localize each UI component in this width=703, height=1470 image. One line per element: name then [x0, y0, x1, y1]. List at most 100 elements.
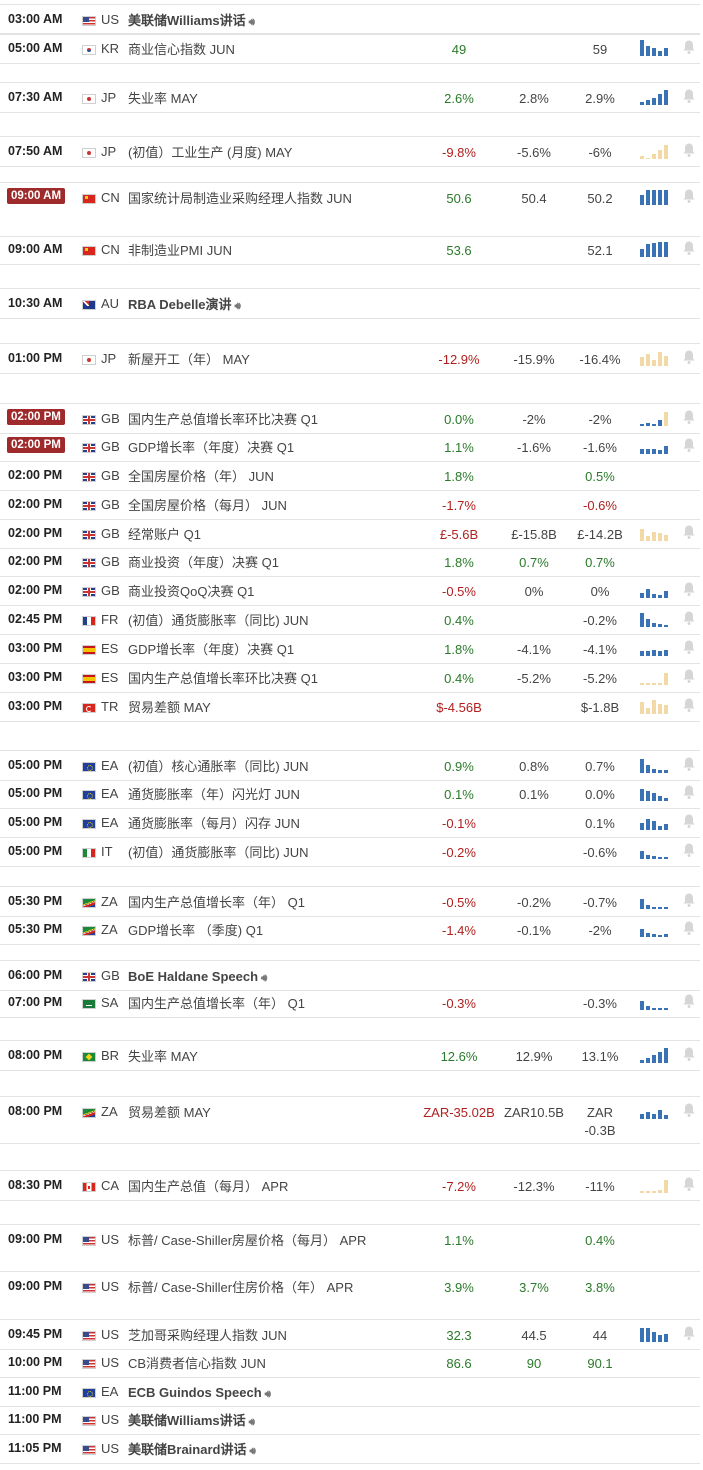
event-row[interactable]: 02:00 PM GB 商业投资（年度）决赛 Q1 1.8% 0.7% 0.7%	[0, 547, 700, 577]
bell-icon[interactable]	[682, 349, 696, 365]
sparkline-chart[interactable]	[640, 843, 670, 859]
sparkline-chart[interactable]	[640, 893, 670, 909]
sparkline-chart[interactable]	[640, 241, 670, 257]
sparkline-chart[interactable]	[640, 921, 670, 937]
event-row[interactable]: 02:00 PM GB 经常账户 Q1 £-5.6B £-15.8B £-14.2B	[0, 519, 700, 549]
bell-icon[interactable]	[682, 668, 696, 684]
event-row[interactable]: 09:00 PM US 标普/ Case-Shiller住房价格（年） APR 3.9…	[0, 1272, 700, 1320]
event-row[interactable]: 09:45 PM US 芝加哥采购经理人指数 JUN 32.3 44.5 44	[0, 1320, 700, 1350]
sparkline-chart[interactable]	[640, 525, 670, 541]
event-name[interactable]: CB消费者信心指数 JUN	[128, 1355, 418, 1373]
bell-icon[interactable]	[682, 142, 696, 158]
event-row[interactable]: 11:00 PM EA ECB Guindos Speech 🔊︎	[0, 1377, 700, 1407]
sparkline-chart[interactable]	[640, 189, 670, 205]
event-row[interactable]: 02:00 PM GB 国内生产总值增长率环比决赛 Q1 0.0% -2% -2%	[0, 403, 700, 434]
event-name[interactable]: 通货膨胀率（每月）闪存 JUN	[128, 815, 418, 833]
bell-icon[interactable]	[682, 697, 696, 713]
bell-icon[interactable]	[682, 842, 696, 858]
event-row[interactable]: 02:45 PM FR (初值）通货膨胀率（同比) JUN 0.4% -0.2%	[0, 605, 700, 635]
event-name[interactable]: 标普/ Case-Shiller房屋价格（每月） APR	[128, 1232, 418, 1250]
event-row[interactable]: 02:00 PM GB 商业投资QoQ决赛 Q1 -0.5% 0% 0%	[0, 576, 700, 606]
bell-icon[interactable]	[682, 993, 696, 1009]
event-name[interactable]: 国内生产总值增长率（年） Q1	[128, 894, 418, 912]
event-row[interactable]: 05:00 PM IT (初值）通货膨胀率（同比) JUN -0.2% -0.6%	[0, 837, 700, 867]
bell-icon[interactable]	[682, 920, 696, 936]
sparkline-chart[interactable]	[640, 757, 670, 773]
event-row[interactable]: 03:00 PM ES GDP增长率（年度）决赛 Q1 1.8% -4.1% -4.1%	[0, 634, 700, 664]
bell-icon[interactable]	[682, 639, 696, 655]
event-row[interactable]: 03:00 AM US 美联储Williams讲话 🔊︎	[0, 4, 700, 35]
event-name[interactable]: 国内生产总值增长率环比决赛 Q1	[128, 670, 418, 688]
event-row[interactable]: 09:00 AM CN 国家统计局制造业采购经理人指数 JUN 50.6 50.4 50.…	[0, 182, 700, 237]
event-row[interactable]: 09:00 PM US 标普/ Case-Shiller房屋价格（每月） APR 1.…	[0, 1224, 700, 1272]
event-row[interactable]: 07:50 AM JP (初值）工业生产 (月度) MAY -9.8% -5.6% -6%	[0, 136, 700, 167]
event-name[interactable]: 美联储Williams讲话 🔊︎	[128, 12, 418, 32]
event-name[interactable]: 通货膨胀率（年）闪光灯 JUN	[128, 786, 418, 804]
event-name[interactable]: 美联储Williams讲话 🔊︎	[128, 1412, 418, 1432]
event-name[interactable]: GDP增长率（年度）决赛 Q1	[128, 439, 418, 457]
bell-icon[interactable]	[682, 409, 696, 425]
bell-icon[interactable]	[682, 1046, 696, 1062]
event-row[interactable]: 05:00 PM EA 通货膨胀率（年）闪光灯 JUN 0.1% 0.1% 0.0%	[0, 779, 700, 809]
event-name[interactable]: ECB Guindos Speech 🔊︎	[128, 1384, 418, 1404]
event-row[interactable]: 01:00 PM JP 新屋开工（年） MAY -12.9% -15.9% -16.4%	[0, 343, 700, 374]
event-row[interactable]: 02:00 PM GB 全国房屋价格（年） JUN 1.8% 0.5%	[0, 461, 700, 491]
bell-icon[interactable]	[682, 39, 696, 55]
event-name[interactable]: 国内生产总值增长率环比决赛 Q1	[128, 411, 418, 429]
event-name[interactable]: 失业率 MAY	[128, 1048, 418, 1066]
sparkline-chart[interactable]	[640, 143, 670, 159]
event-name[interactable]: 贸易差额 MAY	[128, 1104, 418, 1122]
bell-icon[interactable]	[682, 437, 696, 453]
sparkline-chart[interactable]	[640, 785, 670, 801]
bell-icon[interactable]	[682, 892, 696, 908]
event-name[interactable]: 芝加哥采购经理人指数 JUN	[128, 1327, 418, 1345]
bell-icon[interactable]	[682, 756, 696, 772]
bell-icon[interactable]	[682, 813, 696, 829]
event-row[interactable]: 09:00 AM CN 非制造业PMI JUN 53.6 52.1	[0, 235, 700, 265]
sparkline-chart[interactable]	[640, 640, 670, 656]
event-name[interactable]: 全国房屋价格（年） JUN	[128, 468, 418, 486]
sparkline-chart[interactable]	[640, 40, 670, 56]
event-row[interactable]: 02:00 PM GB GDP增长率（年度）决赛 Q1 1.1% -1.6% -1.6%	[0, 432, 700, 462]
event-name[interactable]: 贸易差额 MAY	[128, 699, 418, 717]
event-name[interactable]: 经常账户 Q1	[128, 526, 418, 544]
event-name[interactable]: 商业投资（年度）决赛 Q1	[128, 554, 418, 572]
sparkline-chart[interactable]	[640, 698, 670, 714]
sparkline-chart[interactable]	[640, 350, 670, 366]
sparkline-chart[interactable]	[640, 1047, 670, 1063]
event-row[interactable]: 07:30 AM JP 失业率 MAY 2.6% 2.8% 2.9%	[0, 82, 700, 113]
event-row[interactable]: 11:00 PM US 美联储Williams讲话 🔊︎	[0, 1405, 700, 1435]
event-row[interactable]: 05:00 PM EA (初值）核心通胀率（同比) JUN 0.9% 0.8% 0.7%	[0, 750, 700, 781]
bell-icon[interactable]	[682, 581, 696, 597]
event-row[interactable]: 05:30 PM ZA 国内生产总值增长率（年） Q1 -0.5% -0.2% -0.7%	[0, 886, 700, 917]
event-row[interactable]: 05:00 PM EA 通货膨胀率（每月）闪存 JUN -0.1% 0.1%	[0, 808, 700, 838]
bell-icon[interactable]	[682, 1325, 696, 1341]
sparkline-chart[interactable]	[640, 89, 670, 105]
sparkline-chart[interactable]	[640, 582, 670, 598]
event-name[interactable]: (初值）通货膨胀率（同比) JUN	[128, 844, 418, 862]
bell-icon[interactable]	[682, 610, 696, 626]
event-name[interactable]: 非制造业PMI JUN	[128, 242, 418, 260]
event-row[interactable]: 08:00 PM BR 失业率 MAY 12.6% 12.9% 13.1%	[0, 1040, 700, 1071]
event-row[interactable]: 06:00 PM GB BoE Haldane Speech 🔊︎	[0, 960, 700, 991]
event-name[interactable]: 国家统计局制造业采购经理人指数 JUN	[128, 190, 418, 208]
event-row[interactable]: 02:00 PM GB 全国房屋价格（每月） JUN -1.7% -0.6%	[0, 490, 700, 520]
event-name[interactable]: 商业信心指数 JUN	[128, 41, 418, 59]
sparkline-chart[interactable]	[640, 438, 670, 454]
bell-icon[interactable]	[682, 784, 696, 800]
bell-icon[interactable]	[682, 240, 696, 256]
sparkline-chart[interactable]	[640, 410, 670, 426]
event-name[interactable]: (初值）核心通胀率（同比) JUN	[128, 758, 418, 776]
sparkline-chart[interactable]	[640, 1177, 670, 1193]
event-name[interactable]: GDP增长率 （季度) Q1	[128, 922, 418, 940]
sparkline-chart[interactable]	[640, 611, 670, 627]
event-name[interactable]: (初值）工业生产 (月度) MAY	[128, 144, 418, 162]
event-name[interactable]: GDP增长率（年度）决赛 Q1	[128, 641, 418, 659]
event-row[interactable]: 08:30 PM CA 国内生产总值（每月） APR -7.2% -12.3% -11%	[0, 1170, 700, 1201]
event-name[interactable]: 美联储Brainard讲话 🔊︎	[128, 1441, 418, 1461]
event-row[interactable]: 10:00 PM US CB消费者信心指数 JUN 86.6 90 90.1	[0, 1348, 700, 1378]
event-row[interactable]: 11:05 PM US 美联储Brainard讲话 🔊︎	[0, 1434, 700, 1464]
sparkline-chart[interactable]	[640, 1326, 670, 1342]
bell-icon[interactable]	[682, 88, 696, 104]
event-name[interactable]: 商业投资QoQ决赛 Q1	[128, 583, 418, 601]
